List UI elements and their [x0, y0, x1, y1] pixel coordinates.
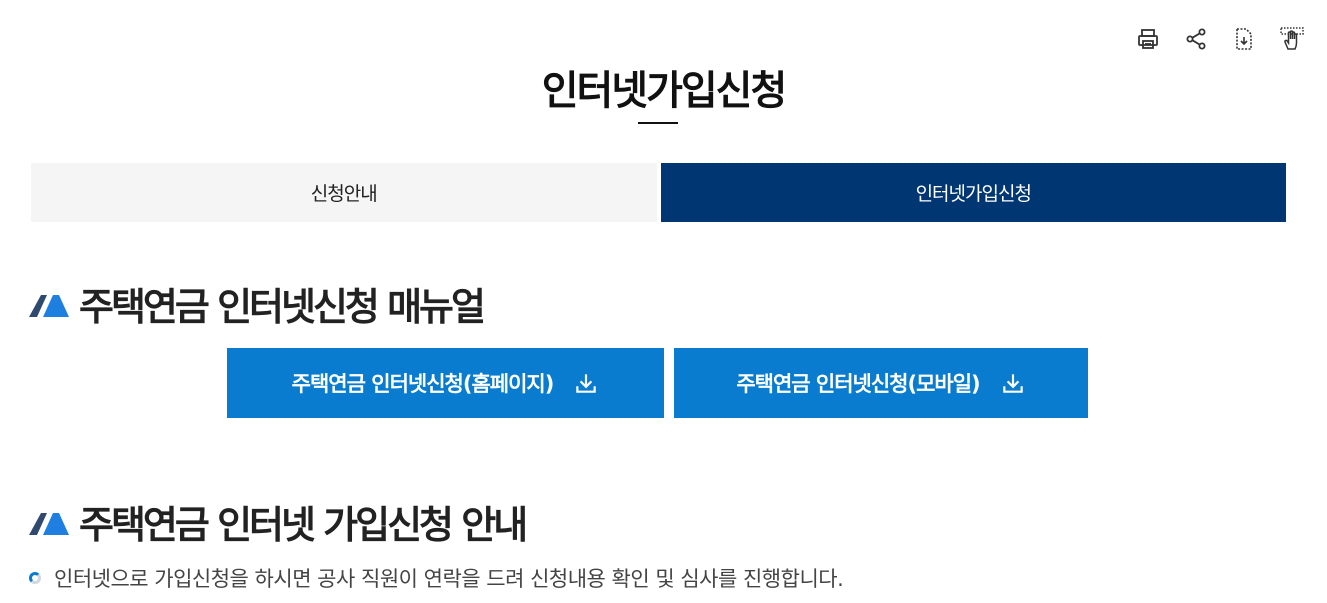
tab-bar: 신청안내 인터넷가입신청: [31, 163, 1286, 222]
guide-section-title: 주택연금 인터넷 가입신청 안내: [79, 503, 528, 547]
download-icon: [1000, 370, 1026, 396]
title-underline: [638, 122, 678, 124]
manual-section-title: 주택연금 인터넷신청 매뉴얼: [79, 285, 486, 329]
download-doc-icon[interactable]: [1231, 26, 1257, 52]
share-icon[interactable]: [1183, 26, 1209, 52]
guide-info-line: 인터넷으로 가입신청을 하시면 공사 직원이 연락을 드려 신청내용 확인 및 …: [29, 563, 844, 593]
print-icon[interactable]: [1135, 26, 1161, 52]
tab-internet-application[interactable]: 인터넷가입신청: [660, 163, 1286, 222]
bullet-icon: [29, 572, 41, 584]
heading-mark-icon: [29, 294, 69, 317]
download-manual-mobile-label: 주택연금 인터넷신청(모바일): [736, 372, 980, 396]
utility-toolbar: [1135, 26, 1305, 52]
download-icon: [573, 370, 599, 396]
guide-info-text: 인터넷으로 가입신청을 하시면 공사 직원이 연락을 드려 신청내용 확인 및 …: [54, 567, 844, 591]
download-manual-homepage-button[interactable]: 주택연금 인터넷신청(홈페이지): [227, 348, 664, 418]
tab-application-guide[interactable]: 신청안내: [31, 163, 657, 222]
download-manual-homepage-label: 주택연금 인터넷신청(홈페이지): [291, 372, 555, 396]
page-title: 인터넷가입신청: [541, 68, 788, 114]
guide-section-heading: 주택연금 인터넷 가입신청 안내: [29, 494, 528, 549]
manual-section-heading: 주택연금 인터넷신청 매뉴얼: [29, 276, 486, 331]
download-manual-mobile-button[interactable]: 주택연금 인터넷신청(모바일): [674, 348, 1088, 418]
heading-mark-icon: [29, 512, 69, 535]
hand-cursor-icon[interactable]: [1279, 26, 1305, 52]
